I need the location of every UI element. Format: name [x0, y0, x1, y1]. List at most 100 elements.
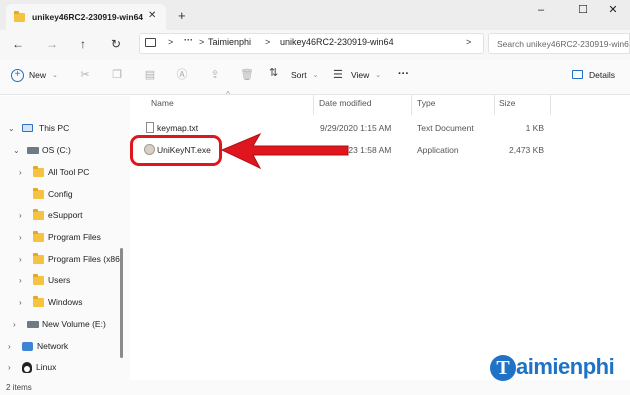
sidebar-item-label: Linux [36, 362, 57, 372]
sidebar-item-label: Program Files (x86) [48, 254, 123, 264]
file-size: 2,473 KB [509, 145, 544, 155]
sidebar-item-new-volume-e[interactable]: › New Volume (E:) [0, 315, 125, 333]
taimienphi-logo: T [490, 355, 516, 381]
folder-icon [33, 208, 44, 220]
sidebar-item-esupport[interactable]: › eSupport [0, 206, 125, 224]
folder-icon [33, 165, 44, 177]
sidebar-item-this-pc[interactable]: ⌄ This PC [0, 119, 125, 137]
monitor-icon [145, 38, 156, 47]
column-header-date-modified[interactable]: Date modified [319, 98, 371, 108]
details-button[interactable]: Details [589, 70, 615, 80]
sidebar-item-config[interactable]: Config [0, 185, 125, 203]
breadcrumb-more[interactable]: ··· [184, 35, 193, 45]
copy-icon[interactable]: ❐ [110, 68, 124, 82]
search-input[interactable]: Search unikey46RC2-230919-win64 [488, 33, 630, 54]
sidebar-item-os-c[interactable]: ⌄ OS (C:) [0, 141, 125, 159]
sidebar-item-label: New Volume (E:) [42, 319, 106, 329]
details-icon [572, 70, 583, 79]
column-divider[interactable] [411, 95, 412, 115]
file-name: keymap.txt [157, 123, 199, 133]
breadcrumb-taimienphi[interactable]: Taimienphi [208, 37, 251, 47]
sidebar-item-label: This PC [39, 123, 70, 133]
new-tab-button[interactable]: + [178, 8, 186, 23]
sidebar-item-linux[interactable]: › Linux [0, 358, 125, 376]
chevron-right-icon: › [19, 232, 22, 242]
column-header-name[interactable]: Name [151, 98, 174, 108]
column-divider[interactable] [313, 95, 314, 115]
file-type: Application [417, 145, 459, 155]
file-type: Text Document [417, 123, 474, 133]
folder-icon [33, 230, 44, 242]
view-icon: ☰ [333, 69, 343, 81]
cut-icon[interactable]: ✂ [78, 68, 92, 82]
annotation-arrow-icon [220, 132, 349, 170]
forward-button[interactable]: → [44, 36, 60, 52]
pc-icon [22, 124, 33, 132]
chevron-right-icon: › [19, 275, 22, 285]
chevron-right-icon: › [19, 254, 22, 264]
folder-icon [33, 187, 44, 199]
chevron-right-icon: › [19, 167, 22, 177]
breadcrumb-separator: > [265, 37, 271, 47]
more-options-button[interactable]: ··· [398, 68, 409, 80]
sort-icon: ⇅ [269, 67, 279, 79]
sidebar-item-all-tool-pc[interactable]: › All Tool PC [0, 163, 125, 181]
view-button[interactable]: View ⌄ [351, 70, 381, 80]
sidebar-item-label: Program Files [48, 232, 101, 242]
sidebar-item-network[interactable]: › Network [0, 337, 125, 355]
share-icon[interactable]: ⇪ [208, 68, 222, 82]
highlight-outline [130, 135, 222, 166]
chevron-right-icon: › [19, 210, 22, 220]
breadcrumb-separator: > [168, 37, 174, 47]
sidebar-item-label: Windows [48, 297, 83, 307]
file-size: 1 KB [525, 123, 544, 133]
search-placeholder: Search unikey46RC2-230919-win64 [497, 39, 630, 49]
tab-close-icon[interactable]: ✕ [148, 10, 156, 21]
rename-icon[interactable]: Ⓐ [175, 68, 189, 82]
taimienphi-logo-text: aimienphi [516, 354, 615, 379]
chevron-down-icon: ⌄ [52, 72, 58, 79]
chevron-down-icon: ⌄ [375, 72, 382, 79]
refresh-button[interactable]: ↻ [108, 36, 124, 52]
sidebar-item-label: eSupport [48, 210, 83, 220]
chevron-down-icon: ⌄ [8, 123, 15, 133]
folder-icon [14, 10, 25, 22]
delete-icon[interactable]: 🗑 [240, 68, 254, 82]
close-window-button[interactable]: ✕ [598, 3, 628, 17]
up-button[interactable]: ↑ [75, 36, 91, 52]
sort-button[interactable]: Sort ⌄ [291, 70, 318, 80]
sidebar-item-program-files[interactable]: › Program Files [0, 228, 125, 246]
column-divider[interactable] [494, 95, 495, 115]
status-bar [0, 380, 630, 395]
chevron-right-icon: › [8, 341, 11, 351]
chevron-right-icon: › [13, 319, 16, 329]
sidebar-item-label: Network [37, 341, 69, 351]
text-file-icon [146, 122, 154, 133]
maximize-button[interactable]: ☐ [568, 3, 598, 17]
view-label: View [351, 70, 370, 80]
breadcrumb-current-folder[interactable]: unikey46RC2-230919-win64 [280, 37, 394, 47]
new-button[interactable]: New ⌄ [29, 70, 58, 80]
sort-ascending-icon: ^ [226, 90, 230, 99]
sort-label: Sort [291, 70, 307, 80]
sidebar-scrollbar[interactable] [120, 248, 123, 358]
column-header-type[interactable]: Type [417, 98, 435, 108]
folder-icon [33, 273, 44, 285]
minimize-button[interactable]: – [526, 3, 556, 17]
tab-title: unikey46RC2-230919-win64 [32, 12, 144, 22]
column-header-size[interactable]: Size [499, 98, 516, 108]
breadcrumb-separator: > [199, 37, 205, 47]
sidebar-item-windows[interactable]: › Windows [0, 293, 125, 311]
new-label: New [29, 70, 47, 80]
drive-icon [27, 146, 39, 154]
tab-current[interactable]: unikey46RC2-230919-win64 [6, 4, 166, 30]
paste-icon[interactable]: ▤ [143, 68, 157, 82]
sidebar-item-users[interactable]: › Users [0, 271, 125, 289]
sidebar-item-label: OS (C:) [42, 145, 71, 155]
chevron-down-icon: ⌄ [312, 72, 319, 79]
chevron-down-icon: ⌄ [13, 145, 20, 155]
back-button[interactable]: ← [10, 36, 26, 52]
column-divider[interactable] [550, 95, 551, 115]
chevron-right-icon: › [8, 362, 11, 372]
sidebar-item-program-files-x86[interactable]: › Program Files (x86) [0, 250, 125, 268]
